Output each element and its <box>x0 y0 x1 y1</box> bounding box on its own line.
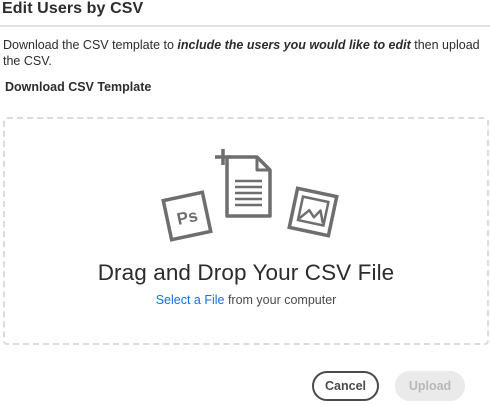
title-divider <box>0 25 490 27</box>
dialog-title: Edit Users by CSV <box>2 0 144 17</box>
description-text-start: Download the CSV template to <box>3 38 178 52</box>
upload-button[interactable]: Upload <box>395 371 465 401</box>
image-file-icon <box>287 186 339 238</box>
select-file-link[interactable]: Select a File <box>156 293 225 307</box>
cancel-button[interactable]: Cancel <box>312 371 379 401</box>
download-csv-template-link[interactable]: Download CSV Template <box>5 80 151 94</box>
csv-dropzone[interactable]: Ps Drag and Drop Your CSV File Select a … <box>3 117 489 345</box>
description-emphasis: include the users you would like to edit <box>177 38 411 52</box>
upload-illustration: Ps <box>161 149 339 242</box>
dialog-description: Download the CSV template to include the… <box>3 37 487 69</box>
photoshop-file-icon: Ps <box>161 190 213 242</box>
csv-document-icon <box>225 155 272 218</box>
dropzone-subtitle: Select a File from your computer <box>5 293 487 307</box>
dropzone-title: Drag and Drop Your CSV File <box>97 260 395 285</box>
select-file-suffix: from your computer <box>224 293 337 307</box>
